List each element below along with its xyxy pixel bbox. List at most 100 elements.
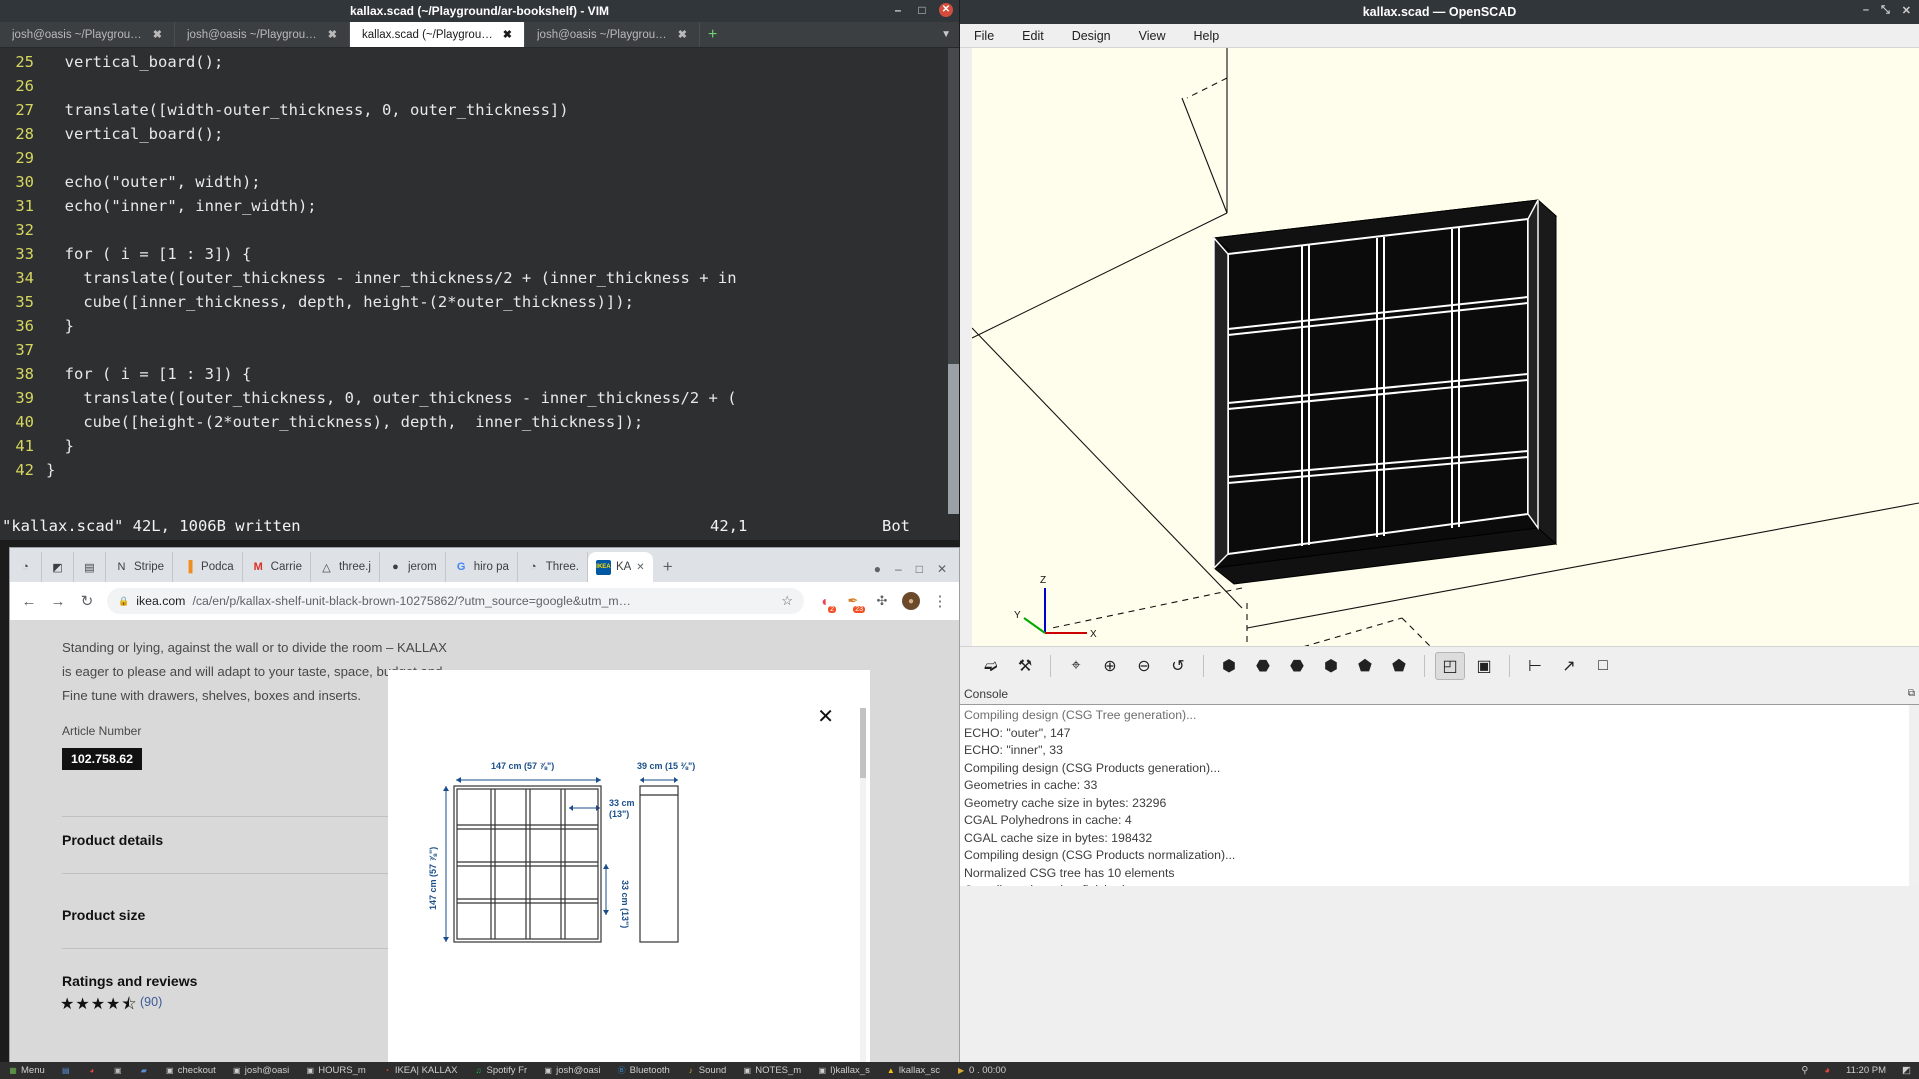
menu-file[interactable]: File [970,27,998,45]
network-icon[interactable]: ◕ [1816,1065,1838,1076]
taskbar-window-kallax-vim[interactable]: ▣ l)kallax_s [809,1065,878,1076]
orthogonal-view-button[interactable]: ▣ [1469,652,1499,680]
colorzilla-extension-icon[interactable]: ✒ 23 [844,592,865,613]
section-product-details[interactable]: Product details [62,832,163,848]
bookmark-star-icon[interactable]: ☆ [781,593,793,609]
chrome-tab-three[interactable]: ◔ Three. [518,552,588,582]
openscad-minimize-button[interactable]: – [1863,4,1869,17]
taskbar-window-bluetooth[interactable]: Ⓑ Bluetooth [609,1065,678,1076]
vim-line-number: 27 [15,101,34,119]
close-icon[interactable]: ✕ [636,562,644,573]
close-icon[interactable]: ✖ [153,28,162,41]
chrome-menu-button[interactable]: ⋮ [931,592,949,610]
menu-help[interactable]: Help [1190,27,1224,45]
chrome-close-button[interactable]: ✕ [937,562,947,576]
view-front-button[interactable]: ⬟ [1350,652,1380,680]
console-scrollbar[interactable] [1909,705,1919,886]
taskbar-timer[interactable]: ▶ 0 . 00:00 [948,1065,1014,1076]
vim-tab-3[interactable]: josh@oasis ~/Playground/ar-... ✖ [525,22,700,47]
address-bar[interactable]: 🔒 ikea.com/ca/en/p/kallax-shelf-unit-bla… [107,588,804,614]
pocket-extension-icon[interactable]: ◖ 2 [815,592,836,613]
chrome-tab-gmail[interactable]: M Carrie [243,552,311,582]
menu-view[interactable]: View [1135,27,1170,45]
chrome-tab-stripe[interactable]: N Stripe [106,552,174,582]
view-bottom-button[interactable]: ⬣ [1282,652,1312,680]
chrome-profile-indicator-icon[interactable]: ● [874,562,881,576]
vim-scrollbar[interactable] [948,48,959,514]
taskbar-menu-button[interactable]: ▦ Menu [0,1065,53,1076]
view-back-button[interactable]: ⬟ [1384,652,1414,680]
chrome-tab-1[interactable]: ◩ [42,552,74,582]
view-right-button[interactable]: ⬢ [1214,652,1244,680]
openscad-maximize-button[interactable]: ⤡ [1881,4,1890,17]
puzzle-extension-icon[interactable]: ✣ [873,592,891,610]
clock[interactable]: 11:20 PM [1838,1065,1894,1076]
taskbar-window-checkout[interactable]: ▣ checkout [157,1065,224,1076]
microphone-icon[interactable]: ⚲ [1793,1065,1816,1076]
render-button[interactable]: ⚒ [1010,652,1040,680]
taskbar-window-ikea-kallax[interactable]: ◔ IKEA| KALLAX [374,1065,466,1076]
scroll-up-arrow-icon[interactable]: ▲ [961,108,970,118]
openscad-console[interactable]: Compiling design (CSG Tree generation)..… [960,704,1919,886]
console-dock-icon[interactable]: ⧉ [1908,688,1915,699]
taskbar-launcher-terminal[interactable]: ▣ [105,1066,131,1076]
taskbar-window-sound[interactable]: ♪ Sound [678,1065,734,1076]
back-button[interactable]: ← [20,593,38,610]
zoom-all-button[interactable]: ⌖ [1061,652,1091,680]
openscad-viewport-scrollbar-thumb[interactable] [960,253,972,323]
chrome-minimize-button[interactable]: – [895,562,902,576]
taskbar-window-spotify[interactable]: ♫ Spotify Fr [465,1065,535,1076]
view-left-button[interactable]: ⬢ [1316,652,1346,680]
vim-new-tab-button[interactable]: + [700,22,725,47]
vim-tab-1[interactable]: josh@oasis ~/Playground/AR.... ✖ [175,22,350,47]
vim-tab-2[interactable]: kallax.scad (~/Playground/ar-... ✖ [350,22,525,47]
perspective-view-button[interactable]: ◰ [1435,651,1465,680]
preview-button[interactable]: ➫ [976,652,1006,680]
taskbar-launcher-files[interactable]: ▤ [53,1066,79,1076]
menu-design[interactable]: Design [1068,27,1115,45]
ikea-product-page[interactable]: Standing or lying, against the wall or t… [10,620,959,1062]
show-edges-button[interactable]: □ [1588,652,1618,680]
view-top-button[interactable]: ⬣ [1248,652,1278,680]
vim-editor[interactable]: 25 vertical_board(); 26 27 translate([wi… [0,48,959,514]
vim-scrollbar-thumb[interactable] [948,364,959,514]
vim-close-button[interactable]: ✕ [939,3,953,17]
section-product-size[interactable]: Product size [62,907,145,923]
chevron-down-icon[interactable]: ▼ [933,22,959,47]
chrome-tab-threejs[interactable]: △ three.j [311,552,380,582]
vim-tab-0[interactable]: josh@oasis ~/Playground/AR.js ✖ [0,22,175,47]
chrome-tab-2[interactable]: ▤ [74,552,106,582]
taskbar-window-notes[interactable]: ▣ NOTES_m [734,1065,809,1076]
avatar[interactable]: ● [902,592,920,610]
reset-view-button[interactable]: ↺ [1163,652,1193,680]
forward-button[interactable]: → [49,593,67,610]
chrome-tab-github[interactable]: ● jerom [380,552,446,582]
show-desktop-icon[interactable]: ◩ [1894,1065,1919,1076]
taskbar-launcher-chrome[interactable]: ◕ [79,1066,105,1076]
chrome-tab-kallax[interactable]: IKEA KA ✕ [587,552,653,582]
close-icon[interactable]: ✖ [678,28,687,41]
vim-minimize-button[interactable]: – [891,3,905,17]
close-icon[interactable]: ✖ [328,28,337,41]
show-scale-markers-button[interactable]: ↗ [1554,652,1584,680]
taskbar-window-terminal-1[interactable]: ▣ josh@oasi [224,1065,298,1076]
taskbar-window-terminal-2[interactable]: ▣ josh@oasi [535,1065,609,1076]
taskbar-window-hours[interactable]: ▣ HOURS_m [297,1065,374,1076]
zoom-in-button[interactable]: ⊕ [1095,652,1125,680]
openscad-close-button[interactable]: ✕ [1902,4,1911,17]
chrome-maximize-button[interactable]: □ [916,562,923,576]
close-icon[interactable]: ✖ [503,28,512,41]
reload-button[interactable]: ↻ [78,592,96,610]
vim-maximize-button[interactable]: □ [915,3,929,17]
show-axes-button[interactable]: ⊢ [1520,652,1550,680]
chrome-tab-0[interactable]: ◔ [10,552,42,582]
vim-line-code: } [46,461,56,479]
taskbar-launcher-folder[interactable]: ▰ [131,1066,157,1076]
taskbar-window-kallax-scad[interactable]: ▲ lkallax_sc [878,1065,948,1076]
chrome-tab-podcast[interactable]: ▐ Podca [173,552,243,582]
menu-edit[interactable]: Edit [1018,27,1048,45]
chrome-new-tab-button[interactable]: + [653,552,683,582]
zoom-out-button[interactable]: ⊖ [1129,652,1159,680]
chrome-tab-google[interactable]: G hiro pa [446,552,518,582]
openscad-3d-viewport[interactable]: Z X Y ▲ [960,48,1919,646]
